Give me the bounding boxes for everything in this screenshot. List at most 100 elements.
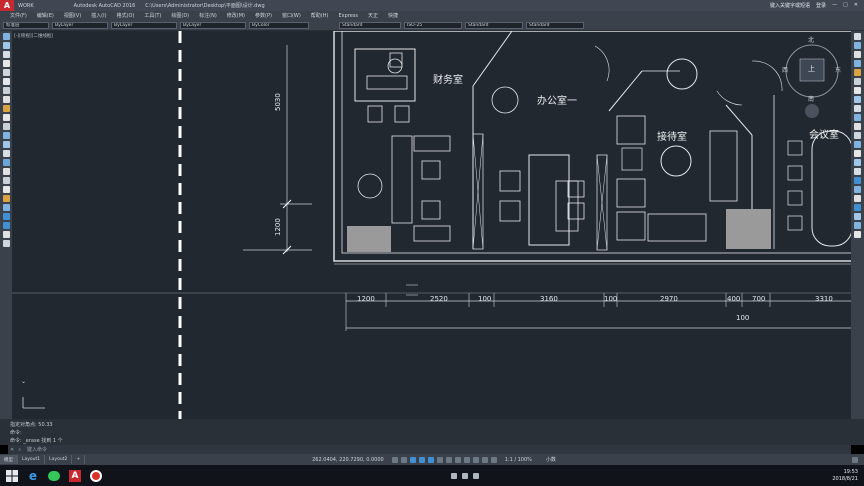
annotation-scale[interactable]: 1:1 / 100% (505, 457, 532, 463)
point-icon[interactable] (2, 150, 10, 157)
dim-radius-icon[interactable] (854, 195, 861, 202)
tab-layout2[interactable]: Layout2 (45, 455, 73, 464)
erase-icon[interactable] (854, 33, 861, 40)
autocad-taskbar-icon[interactable]: A (66, 467, 84, 485)
menu-view[interactable]: 视图(V) (64, 12, 81, 19)
menu-help[interactable]: 帮助(H) (311, 12, 329, 19)
snap-toggle-icon[interactable] (400, 456, 407, 463)
autocad-logo-icon[interactable]: A (0, 0, 14, 11)
explode-icon[interactable] (854, 168, 861, 175)
hatch-icon[interactable] (2, 159, 10, 166)
workspace-selector[interactable]: WORK (18, 3, 34, 9)
insert-block-icon[interactable] (2, 132, 10, 139)
mirror-icon[interactable] (854, 51, 861, 58)
maximize-button[interactable]: □ (843, 2, 848, 9)
menu-format[interactable]: 格式(O) (117, 12, 135, 19)
lineweight-toggle-icon[interactable] (445, 456, 452, 463)
windows-start-icon[interactable] (3, 467, 21, 485)
units-mode[interactable]: 小数 (546, 456, 556, 463)
tab-add-layout[interactable]: + (72, 455, 86, 464)
menu-window[interactable]: 窗口(W) (282, 12, 301, 19)
chamfer-icon[interactable] (854, 150, 861, 157)
offset-icon[interactable] (854, 60, 861, 67)
viewcube-east[interactable]: 东 (835, 65, 841, 74)
polygon-icon[interactable] (2, 60, 10, 67)
search-command-icon[interactable]: ⌕ (18, 447, 21, 453)
polyline-icon[interactable] (2, 51, 10, 58)
close-button[interactable]: ✕ (854, 2, 858, 9)
tab-model[interactable]: 模型 (0, 455, 18, 464)
tablestyle-dropdown[interactable]: Standard (465, 21, 523, 29)
dim-continue-icon[interactable] (854, 231, 861, 238)
gradient-icon[interactable] (2, 168, 10, 175)
menu-tools[interactable]: 工具(T) (144, 12, 161, 19)
network-icon[interactable] (450, 472, 457, 479)
make-block-icon[interactable] (2, 141, 10, 148)
color-dropdown[interactable]: ByLayer (52, 21, 108, 29)
circle-icon[interactable] (2, 87, 10, 94)
stretch-icon[interactable] (854, 105, 861, 112)
textstyle-dropdown[interactable]: Standard (339, 21, 401, 29)
drawing-canvas[interactable]: [-][俯视][二维线框] ⌄ 财务室 办公室一 接待室 会议室 北 西 东 南… (12, 31, 851, 419)
menu-file[interactable]: 文件(F) (10, 12, 27, 19)
viewcube-north[interactable]: 北 (808, 35, 814, 44)
dim-baseline-icon[interactable] (854, 222, 861, 229)
rectangle-icon[interactable] (2, 69, 10, 76)
spline-icon[interactable] (2, 105, 10, 112)
rotate-icon[interactable] (854, 87, 861, 94)
otrack-toggle-icon[interactable] (436, 456, 443, 463)
add-selected-icon[interactable] (2, 204, 10, 211)
menu-edit[interactable]: 编辑(E) (37, 12, 54, 19)
lineweight-dropdown[interactable]: ByLayer (180, 21, 246, 29)
break-icon[interactable] (854, 132, 861, 139)
dim-aligned-icon[interactable] (854, 186, 861, 193)
menu-express[interactable]: Express (338, 13, 358, 19)
dim-linear-icon[interactable] (854, 177, 861, 184)
join-icon[interactable] (854, 141, 861, 148)
menu-draw[interactable]: 绘图(D) (171, 12, 189, 19)
menu-dimension[interactable]: 标注(N) (199, 12, 217, 19)
customize-icon[interactable] (852, 456, 858, 463)
ellipse-icon[interactable] (2, 114, 10, 121)
command-input[interactable]: ✕ ⌕ 键入命令 (8, 445, 851, 454)
ortho-toggle-icon[interactable] (409, 456, 416, 463)
revcloud-icon[interactable] (2, 96, 10, 103)
polar-toggle-icon[interactable] (418, 456, 425, 463)
annotation-monitor-icon[interactable] (472, 456, 479, 463)
layer-dropdown[interactable]: 标准层 (3, 21, 49, 29)
tab-layout1[interactable]: Layout1 (18, 455, 46, 464)
ime-icon[interactable] (472, 472, 479, 479)
menu-insert[interactable]: 插入(I) (91, 12, 106, 19)
ellipse-arc-icon[interactable] (2, 123, 10, 130)
minimize-button[interactable]: — (832, 2, 837, 9)
close-command-icon[interactable]: ✕ (10, 447, 14, 453)
plotstyle-dropdown[interactable]: ByColor (249, 21, 309, 29)
extend-icon[interactable] (854, 123, 861, 130)
search-input[interactable]: 键入关键字或短语 (770, 2, 810, 9)
construction-line-icon[interactable] (2, 42, 10, 49)
viewcube-west[interactable]: 西 (782, 65, 788, 74)
scale-icon[interactable] (854, 96, 861, 103)
array-icon[interactable] (854, 69, 861, 76)
osnap-toggle-icon[interactable] (427, 456, 434, 463)
dimstyle-dropdown[interactable]: ISO-25 (404, 21, 462, 29)
linetype-dropdown[interactable]: ByLayer (111, 21, 177, 29)
menu-parametric[interactable]: 参数(P) (255, 12, 272, 19)
table-icon[interactable] (2, 186, 10, 193)
dim-diameter-icon[interactable] (854, 204, 861, 211)
fillet-icon[interactable] (854, 159, 861, 166)
volume-icon[interactable] (461, 472, 468, 479)
copy-icon[interactable] (854, 42, 861, 49)
modify-mirror-icon[interactable] (2, 231, 10, 238)
trim-icon[interactable] (854, 114, 861, 121)
mleaderstyle-dropdown[interactable]: Standard (526, 21, 584, 29)
menu-modify[interactable]: 修改(M) (227, 12, 245, 19)
selection-cycle-icon[interactable] (463, 456, 470, 463)
menu-shortcut[interactable]: 快捷 (388, 12, 398, 19)
arc-icon[interactable] (2, 78, 10, 85)
viewcube-south[interactable]: 南 (808, 94, 814, 103)
mtext-icon[interactable] (2, 195, 10, 202)
wechat-icon[interactable] (45, 467, 63, 485)
quick-properties-icon[interactable] (490, 456, 497, 463)
record-app-icon[interactable] (87, 467, 105, 485)
